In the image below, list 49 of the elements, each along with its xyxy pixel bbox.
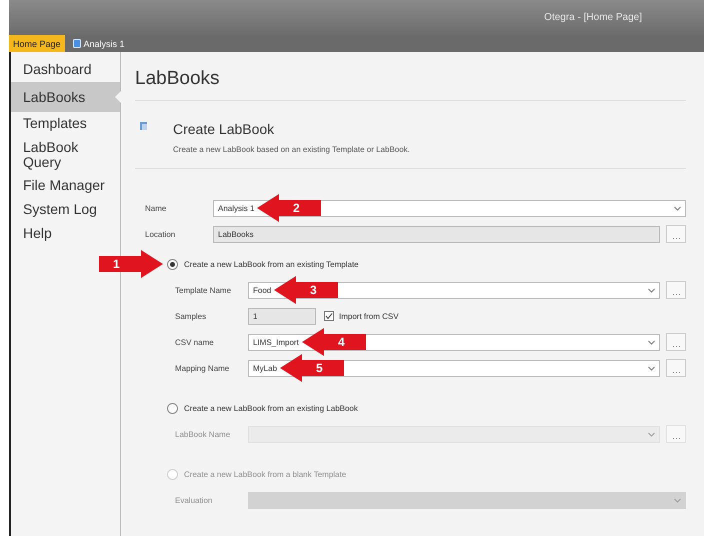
browse-button[interactable] <box>666 281 686 299</box>
labbook-icon <box>139 121 149 131</box>
sidebar-item[interactable]: LabBook Query <box>11 136 120 174</box>
step-number: 1 <box>113 257 120 271</box>
field-label: Location <box>145 230 176 238</box>
sidebar-item[interactable]: File Manager <box>11 174 120 198</box>
field-label: Mapping Name <box>174 364 230 372</box>
step-number: 3 <box>310 283 317 297</box>
browse-button[interactable] <box>666 333 686 351</box>
page-title: LabBooks <box>135 64 686 101</box>
sidebar-item[interactable]: Dashboard <box>11 58 120 82</box>
browse-button[interactable] <box>666 225 686 243</box>
dropdown-caret-icon <box>674 498 681 502</box>
tab[interactable]: Home Page <box>9 35 65 52</box>
step-number: 5 <box>316 361 323 375</box>
field-label: CSV name <box>174 338 215 346</box>
field-label: Evaluation <box>174 496 214 504</box>
callout-arrow <box>302 328 366 356</box>
callout-arrow <box>274 276 338 304</box>
section-subtitle: Create a new LabBook based on an existing Template or LabBook. <box>173 145 410 154</box>
dropdown-caret-icon <box>648 288 655 292</box>
step-number: 2 <box>293 201 300 215</box>
section-title: Create LabBook <box>173 121 276 137</box>
callout-arrow <box>257 194 321 222</box>
checkbox[interactable]: Import from CSV <box>324 311 399 321</box>
callout-arrow <box>99 250 163 278</box>
sidebar-item[interactable]: LabBooks <box>11 82 120 112</box>
browse-button[interactable] <box>666 425 686 443</box>
field-label: Template Name <box>174 286 232 294</box>
field-label: Name <box>145 204 168 212</box>
step-number: 4 <box>338 335 345 349</box>
dropdown-caret-icon <box>674 206 681 210</box>
input-field[interactable]: LabBooks <box>213 226 660 242</box>
radio-option[interactable]: Create a new LabBook from an existing LabBook <box>167 402 358 414</box>
radio-option[interactable]: Create a new LabBook from an existing Template <box>167 258 359 270</box>
sidebar-item[interactable]: System Log <box>11 198 120 222</box>
field-label: Samples <box>174 312 208 320</box>
input-field[interactable]: 1 <box>248 308 316 324</box>
dropdown-caret-icon <box>648 366 655 370</box>
field-label: LabBook Name <box>174 430 232 438</box>
document-icon <box>72 39 81 48</box>
dropdown-caret-icon <box>648 432 655 436</box>
dropdown-caret-icon <box>648 340 655 344</box>
sidebar-item[interactable]: Help <box>11 222 120 246</box>
browse-button[interactable] <box>666 359 686 377</box>
window-title: Otegra - [Home Page] <box>544 12 642 23</box>
sidebar-item[interactable]: Templates <box>11 112 120 136</box>
callout-arrow <box>280 354 344 382</box>
tab[interactable]: Analysis 1 <box>68 35 129 52</box>
